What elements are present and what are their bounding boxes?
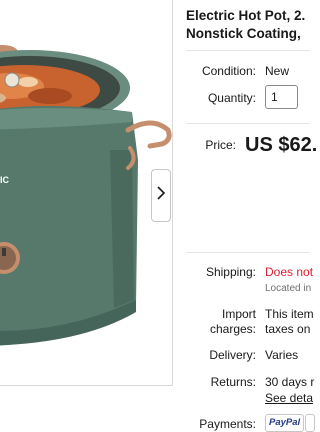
- product-image[interactable]: IC: [0, 0, 172, 385]
- condition-value: New: [265, 64, 290, 78]
- returns-label: Returns:: [210, 375, 256, 389]
- product-image-panel[interactable]: IC: [0, 0, 173, 386]
- listing-title-line2: Nonstick Coating,: [186, 26, 301, 41]
- item-location: Located in: [265, 283, 312, 294]
- divider: [186, 252, 310, 253]
- divider: [186, 50, 310, 51]
- shipping-value: Does not: [265, 265, 314, 279]
- shipping-label: Shipping:: [205, 265, 256, 279]
- price-value: US $62.: [245, 134, 318, 156]
- condition-label: Condition:: [201, 64, 256, 78]
- quantity-label: Quantity:: [207, 91, 256, 105]
- paypal-badge: PayPal: [265, 414, 305, 432]
- price-label: Price:: [205, 138, 236, 152]
- divider: [186, 123, 310, 124]
- quantity-input[interactable]: [265, 85, 298, 109]
- chevron-right-icon: [156, 186, 166, 205]
- delivery-value: Varies: [265, 348, 299, 362]
- listing-title: Electric Hot Pot, 2. Nonstick Coating,: [186, 7, 310, 43]
- payments-label: Payments:: [199, 417, 256, 431]
- returns-see-details-link[interactable]: See deta: [265, 391, 313, 405]
- import-charges-label-line2: charges:: [209, 322, 256, 336]
- import-charges-value-line1: This item: [265, 307, 314, 321]
- import-charges-value-line2: taxes on: [265, 322, 311, 336]
- paypal-badge-text: PayPal: [269, 417, 301, 428]
- import-charges-label-line1: Import: [221, 307, 256, 321]
- listing-title-line1: Electric Hot Pot, 2.: [186, 8, 306, 23]
- delivery-label: Delivery:: [209, 348, 256, 362]
- svg-text:IC: IC: [0, 175, 10, 185]
- next-image-button[interactable]: [151, 169, 171, 222]
- payment-badge: [305, 414, 315, 432]
- returns-value: 30 days r: [265, 375, 315, 389]
